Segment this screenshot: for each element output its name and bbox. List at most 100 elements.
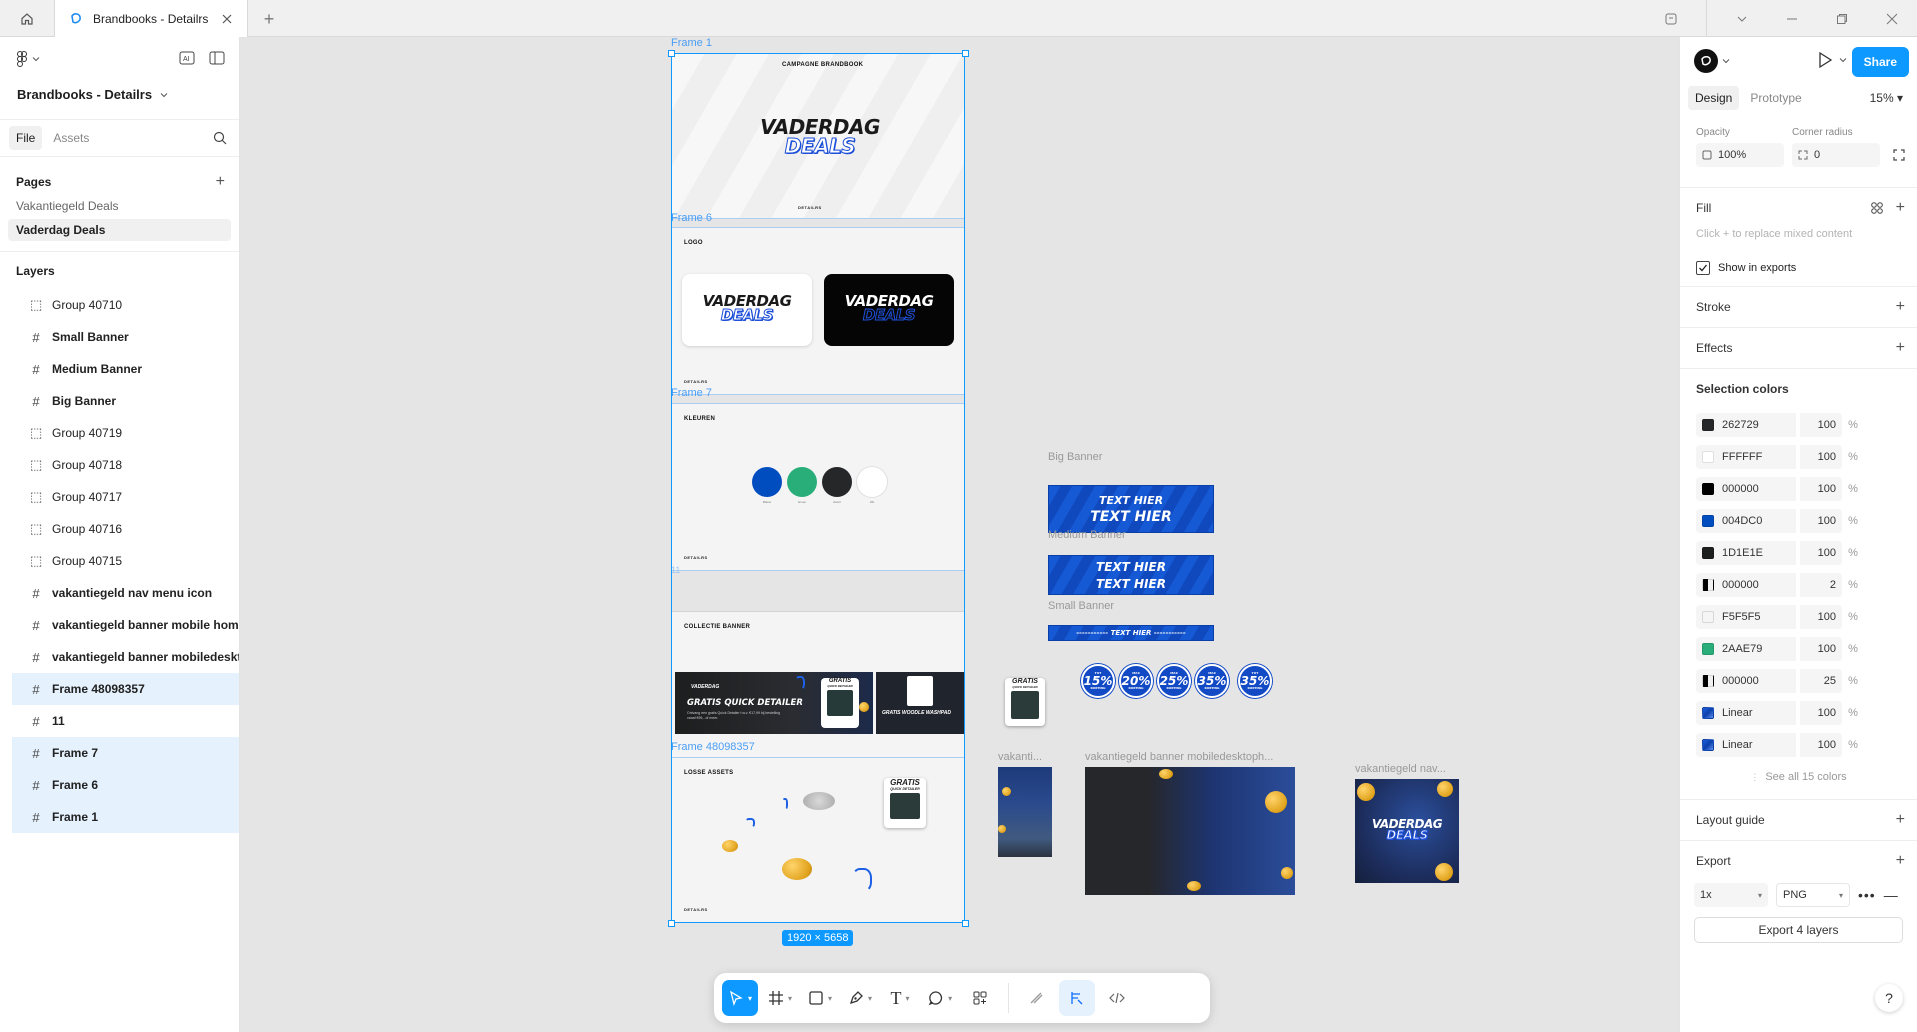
layer-item[interactable]: # Big Banner [12, 385, 239, 417]
layer-item[interactable]: ⬚ Group 40716 [12, 513, 239, 545]
color-hex-field[interactable]: 262729 [1696, 413, 1796, 437]
color-chip[interactable] [1702, 547, 1714, 559]
color-opacity-field[interactable]: 100 [1800, 701, 1842, 725]
color-hex-field[interactable]: 004DC0 [1696, 509, 1796, 533]
frame-label[interactable]: Frame 48098357 [671, 741, 755, 753]
more-options-icon[interactable]: ••• [1858, 887, 1876, 903]
layer-item[interactable]: ⬚ Group 40710 [12, 289, 239, 321]
present-button[interactable] [1817, 51, 1847, 69]
layer-item[interactable]: # Small Banner [12, 321, 239, 353]
shape-tool[interactable]: ▾ [802, 980, 838, 1016]
share-button[interactable]: Share [1851, 47, 1909, 77]
color-chip[interactable] [1702, 515, 1714, 527]
color-chip[interactable] [1702, 483, 1714, 495]
see-all-colors[interactable]: ⋮ See all 15 colors [1680, 761, 1917, 793]
selection-color-row[interactable]: 262729 100% [1680, 409, 1917, 441]
sticker-group[interactable]: GRATIS QUICK DETAILER [1005, 678, 1045, 726]
discount-badge[interactable]: MAX 35% KORTING [1195, 664, 1229, 698]
canvas-label-big-banner[interactable]: Big Banner [1048, 451, 1102, 463]
color-hex-field[interactable]: 000000 [1696, 669, 1796, 693]
main-menu-button[interactable] [16, 51, 40, 67]
frame-tool[interactable]: ▾ [762, 980, 798, 1016]
selection-color-row[interactable]: F5F5F5 100% [1680, 601, 1917, 633]
independent-corners-icon[interactable] [1893, 149, 1905, 161]
selection-color-row[interactable]: FFFFFF 100% [1680, 441, 1917, 473]
resize-handle[interactable] [668, 50, 675, 57]
layer-item[interactable]: # Frame 1 [12, 801, 239, 833]
tab-file[interactable]: File [9, 126, 43, 150]
canvas-label-nav[interactable]: vakantiegeld nav... [1355, 763, 1446, 775]
color-opacity-field[interactable]: 100 [1800, 413, 1842, 437]
color-hex-field[interactable]: 000000 [1696, 573, 1796, 597]
discount-badge[interactable]: TOT 15% KORTING [1081, 664, 1115, 698]
frame-kleuren[interactable]: KLEUREN Blauw Groen Zwart Wit DETAILRS [671, 403, 965, 571]
color-opacity-field[interactable]: 2 [1800, 573, 1842, 597]
color-hex-field[interactable]: 2AAE79 [1696, 637, 1796, 661]
color-hex-field[interactable]: FFFFFF [1696, 445, 1796, 469]
color-opacity-field[interactable]: 100 [1800, 445, 1842, 469]
ai-icon[interactable]: AI [179, 51, 195, 65]
export-format-select[interactable]: PNG ▾ [1776, 883, 1850, 907]
add-stroke-icon[interactable]: + [1896, 298, 1905, 316]
color-opacity-field[interactable]: 100 [1800, 541, 1842, 565]
color-opacity-field[interactable]: 100 [1800, 509, 1842, 533]
layer-item[interactable]: # Frame 48098357 [12, 673, 239, 705]
canvas-label-desktop[interactable]: vakantiegeld banner mobiledesktoph... [1085, 751, 1273, 763]
selection-color-row[interactable]: 1D1E1E 100% [1680, 537, 1917, 569]
opacity-field[interactable]: 100% [1696, 143, 1784, 167]
layer-item[interactable]: ⬚ Group 40718 [12, 449, 239, 481]
frame-label[interactable]: 11 [671, 565, 680, 575]
discount-badge[interactable]: MAX 25% KORTING [1157, 664, 1191, 698]
layer-item[interactable]: # Medium Banner [12, 353, 239, 385]
layer-item[interactable]: # Frame 7 [12, 737, 239, 769]
close-tab-icon[interactable] [221, 13, 233, 25]
draw-mode-button[interactable] [1019, 980, 1055, 1016]
frame-losse-assets[interactable]: LOSSE ASSETS GRATIS QUICK DETAILER DETAI… [671, 757, 965, 923]
resize-handle[interactable] [668, 920, 675, 927]
color-chip[interactable] [1702, 675, 1714, 687]
frame-label[interactable]: Frame 6 [671, 212, 712, 224]
color-opacity-field[interactable]: 100 [1800, 477, 1842, 501]
color-opacity-field[interactable]: 25 [1800, 669, 1842, 693]
frame-logo[interactable]: LOGO VADERDAG DEALS VADERDAG DEALS DETAI… [671, 227, 965, 395]
color-opacity-field[interactable]: 100 [1800, 637, 1842, 661]
add-fill-icon[interactable]: + [1896, 199, 1905, 217]
layer-item[interactable]: # vakantiegeld nav menu icon [12, 577, 239, 609]
canvas-label-small-banner[interactable]: Small Banner [1048, 600, 1114, 612]
page-item[interactable]: Vakantiegeld Deals [8, 201, 231, 213]
color-hex-field[interactable]: 000000 [1696, 477, 1796, 501]
tab-assets[interactable]: Assets [46, 126, 96, 150]
new-tab-button[interactable]: + [258, 8, 280, 30]
home-button[interactable] [0, 0, 55, 37]
add-effect-icon[interactable]: + [1896, 339, 1905, 357]
chevron-down-icon[interactable] [1717, 0, 1767, 37]
resize-handle[interactable] [962, 920, 969, 927]
library-icon[interactable] [1646, 0, 1696, 37]
canvas-label-medium-banner[interactable]: Medium Banner [1048, 529, 1126, 541]
close-window-icon[interactable] [1867, 0, 1917, 37]
discount-badge[interactable]: MAX 20% KORTING [1119, 664, 1153, 698]
vakantiegeld-mobiledesktop-home[interactable] [1085, 767, 1295, 895]
color-opacity-field[interactable]: 100 [1800, 733, 1842, 757]
layer-item[interactable]: #11 [12, 705, 239, 737]
color-hex-field[interactable]: 1D1E1E [1696, 541, 1796, 565]
design-mode-button[interactable] [1059, 980, 1096, 1016]
actions-tool[interactable] [962, 980, 998, 1016]
color-chip[interactable] [1702, 611, 1714, 623]
frame-label[interactable]: Frame 1 [671, 37, 712, 49]
selection-color-row[interactable]: Linear 100% [1680, 729, 1917, 761]
selection-color-row[interactable]: 000000 100% [1680, 473, 1917, 505]
selection-color-row[interactable]: 000000 2% [1680, 569, 1917, 601]
canvas-label-mobile[interactable]: vakanti... [998, 751, 1042, 763]
medium-banner[interactable]: TEXT HIER TEXT HIER [1048, 555, 1214, 595]
add-layout-guide-icon[interactable]: + [1896, 811, 1905, 829]
page-item-selected[interactable]: Vaderdag Deals [8, 219, 231, 241]
big-banner[interactable]: TEXT HIER TEXT HIER [1048, 485, 1214, 533]
layer-item[interactable]: # vakantiegeld banner mobile home [12, 609, 239, 641]
selection-color-row[interactable]: 000000 25% [1680, 665, 1917, 697]
color-hex-field[interactable]: Linear [1696, 701, 1796, 725]
color-chip[interactable] [1702, 451, 1714, 463]
remove-export-icon[interactable]: — [1884, 887, 1898, 903]
resize-handle[interactable] [962, 50, 969, 57]
color-chip[interactable] [1702, 579, 1714, 591]
